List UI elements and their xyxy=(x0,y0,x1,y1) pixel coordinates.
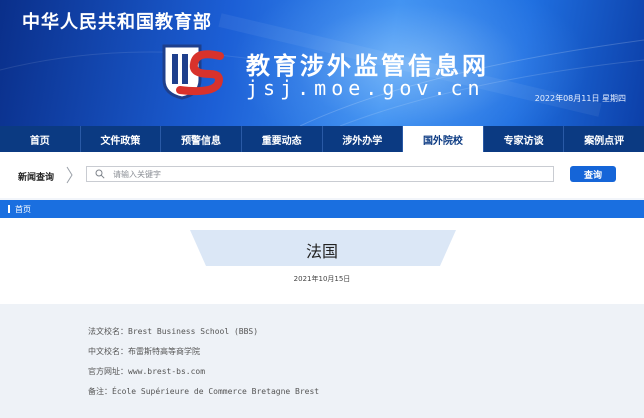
article-content: 法文校名：Brest Business School (BBS) 中文校名：布雷… xyxy=(0,304,644,418)
nav-item-expert-interviews[interactable]: 专家访谈 xyxy=(484,126,565,152)
breadcrumb: 首页 xyxy=(0,200,644,218)
nav-item-home[interactable]: 首页 xyxy=(0,126,81,152)
site-banner: 中华人民共和国教育部 教育涉外监管信息网 jsj.moe.gov.cn 2022… xyxy=(0,0,644,126)
article-header: 法国 2021年10月15日 xyxy=(0,218,644,304)
article-title: 法国 xyxy=(305,242,338,261)
ministry-name: 中华人民共和国教育部 xyxy=(22,12,212,33)
nav-item-case-reviews[interactable]: 案例点评 xyxy=(564,126,644,152)
detail-official-website[interactable]: 官方网址：www.brest-bs.com xyxy=(88,366,205,377)
nav-item-news[interactable]: 重要动态 xyxy=(242,126,323,152)
search-bar: 新闻查询 查询 xyxy=(0,152,644,198)
nav-item-warnings[interactable]: 预警信息 xyxy=(161,126,242,152)
search-button[interactable]: 查询 xyxy=(570,166,616,182)
detail-french-name: 法文校名：Brest Business School (BBS) xyxy=(88,327,259,336)
search-icon xyxy=(95,169,105,179)
nav-item-policy[interactable]: 文件政策 xyxy=(81,126,162,152)
site-domain: jsj.moe.gov.cn xyxy=(246,76,485,100)
current-date: 2022年08月11日 星期四 xyxy=(534,94,626,103)
search-label: 新闻查询 xyxy=(18,173,55,183)
nav-item-foreign-institutions[interactable]: 国外院校 xyxy=(403,126,484,152)
jsj-logo-icon[interactable] xyxy=(160,40,228,100)
detail-chinese-name: 中文校名：布雷斯特高等商学院 xyxy=(88,347,200,356)
article-date: 2021年10月15日 xyxy=(293,275,351,283)
main-nav: 首页 文件政策 预警信息 重要动态 涉外办学 国外院校 专家访谈 案例点评 xyxy=(0,126,644,152)
search-box xyxy=(86,166,554,182)
breadcrumb-home-link[interactable]: 首页 xyxy=(15,204,31,215)
detail-remarks: 备注：École Supérieure de Commerce Bretagne… xyxy=(88,387,320,396)
search-input[interactable] xyxy=(113,167,543,181)
breadcrumb-marker xyxy=(8,205,10,213)
chevron-right-icon xyxy=(66,166,73,184)
nav-item-foreign-schooling[interactable]: 涉外办学 xyxy=(323,126,404,152)
